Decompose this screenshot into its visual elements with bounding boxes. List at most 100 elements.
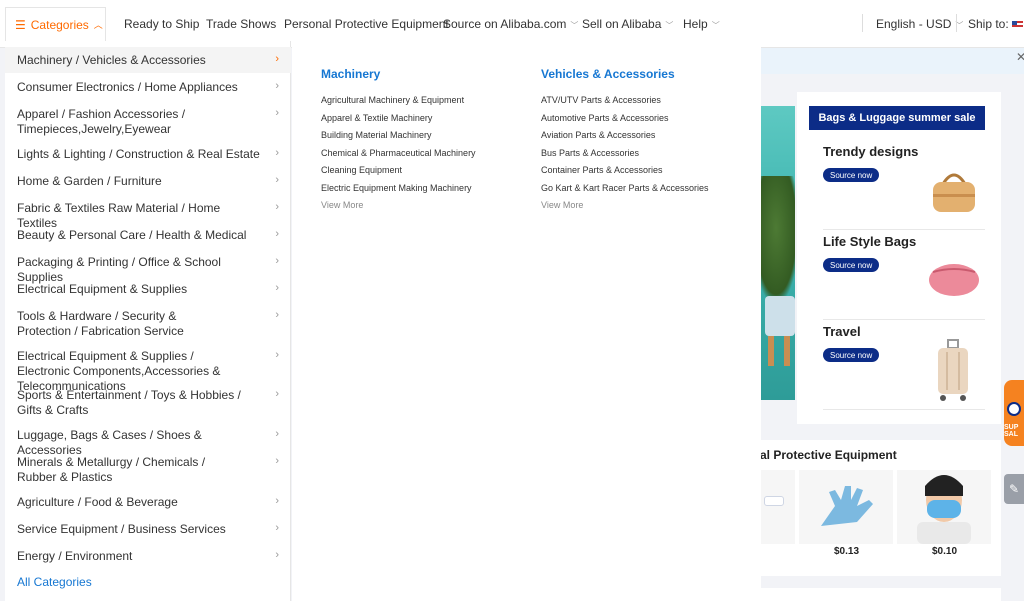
category-item-home-garden[interactable]: Home & Garden / Furniture › xyxy=(5,174,291,189)
chevron-up-icon: ︿ xyxy=(93,20,103,30)
promo-item[interactable]: Trendy designs Source now xyxy=(823,144,985,230)
chevron-right-icon: › xyxy=(275,201,279,213)
product-image[interactable] xyxy=(799,470,893,544)
price-label: $0.13 xyxy=(834,546,860,557)
nav-help[interactable]: Help ﹀ xyxy=(683,17,720,31)
nav-trade-shows[interactable]: Trade Shows xyxy=(206,17,276,31)
notice-strip xyxy=(760,48,1024,74)
chevron-right-icon: › xyxy=(275,228,279,240)
chevron-right-icon: › xyxy=(275,455,279,467)
categories-label: Categories xyxy=(30,17,89,32)
language-selector[interactable]: English - USD ﹀ xyxy=(876,17,963,31)
chevron-right-icon: › xyxy=(275,282,279,294)
category-label: Electrical Equipment & Supplies xyxy=(17,282,188,296)
subcategory-link[interactable]: Go Kart & Kart Racer Parts & Accessories xyxy=(541,180,709,198)
category-item-service-equipment[interactable]: Service Equipment / Business Services › xyxy=(5,522,291,537)
view-more-link[interactable]: View More xyxy=(541,198,709,213)
source-now-button[interactable]: Source now xyxy=(823,168,880,182)
chevron-right-icon: › xyxy=(275,428,279,440)
chevron-down-icon: ﹀ xyxy=(665,21,674,30)
category-label: Energy / Environment xyxy=(17,549,133,563)
category-item-beauty[interactable]: Beauty & Personal Care / Health & Medica… xyxy=(5,228,291,243)
ship-to-selector[interactable]: Ship to: xyxy=(968,17,1024,31)
category-item-agriculture[interactable]: Agriculture / Food & Beverage › xyxy=(5,495,291,510)
chevron-right-icon: › xyxy=(275,522,279,534)
language-label: English - USD xyxy=(876,17,952,31)
product-image[interactable] xyxy=(897,470,991,544)
chevron-right-icon: › xyxy=(275,309,279,321)
subcategory-heading[interactable]: Vehicles & Accessories xyxy=(541,67,709,81)
category-item-minerals[interactable]: Minerals & Metallurgy / Chemicals / Rubb… xyxy=(5,455,291,485)
category-item-apparel[interactable]: Apparel / Fashion Accessories / Timepiec… xyxy=(5,107,291,137)
promo-item[interactable]: Life Style Bags Source now xyxy=(823,234,985,320)
nav-source-label: Source on Alibaba.com xyxy=(443,17,567,31)
category-label: Fabric & Textiles Raw Material / Home Te… xyxy=(17,201,221,230)
category-label: Machinery / Vehicles & Accessories xyxy=(17,53,206,67)
category-label: Packaging & Printing / Office & School S… xyxy=(17,255,221,284)
subcategory-link[interactable]: Apparel & Textile Machinery xyxy=(321,110,476,128)
subcategory-link[interactable]: Cleaning Equipment xyxy=(321,162,476,180)
categories-button[interactable]: ☰ Categories ︿ xyxy=(5,7,106,41)
subcategory-link[interactable]: Building Material Machinery xyxy=(321,127,476,145)
ppe-card: al Protective Equipment $0.13 $0.10 xyxy=(760,440,1001,576)
category-item-fabric-textiles[interactable]: Fabric & Textiles Raw Material / Home Te… xyxy=(5,201,291,231)
nav-sell-on-alibaba[interactable]: Sell on Alibaba ﹀ xyxy=(582,17,673,31)
nav-source-on-alibaba[interactable]: Source on Alibaba.com ﹀ xyxy=(443,17,578,31)
category-label: Consumer Electronics / Home Appliances xyxy=(17,80,238,94)
nav-ready-to-ship[interactable]: Ready to Ship xyxy=(124,17,199,31)
chevron-right-icon: › xyxy=(275,107,279,119)
badge-text: SUP SAL xyxy=(1004,424,1019,438)
promo-card: Bags & Luggage summer sale Trendy design… xyxy=(797,92,1001,424)
subcategory-link[interactable]: Container Parts & Accessories xyxy=(541,162,709,180)
subcategory-link[interactable]: Agricultural Machinery & Equipment xyxy=(321,92,476,110)
close-icon[interactable]: ✕ xyxy=(1016,50,1024,64)
category-item-packaging[interactable]: Packaging & Printing / Office & School S… xyxy=(5,255,291,285)
face-mask-icon xyxy=(917,475,971,544)
chevron-right-icon: › xyxy=(275,147,279,159)
category-label: Service Equipment / Business Services xyxy=(17,522,226,536)
category-label: Minerals & Metallurgy / Chemicals / Rubb… xyxy=(17,455,206,484)
category-label: Lights & Lighting / Construction & Real … xyxy=(17,147,260,161)
nav-help-label: Help xyxy=(683,17,708,31)
promo-title: Trendy designs xyxy=(823,144,919,159)
category-item-machinery-vehicles[interactable]: Machinery / Vehicles & Accessories › xyxy=(5,47,291,73)
promo-banner[interactable]: Bags & Luggage summer sale xyxy=(809,106,985,130)
promo-item[interactable]: Travel Source now xyxy=(823,324,985,410)
category-label: Agriculture / Food & Beverage xyxy=(17,495,178,509)
content-card xyxy=(760,588,1001,601)
chevron-right-icon: › xyxy=(275,388,279,400)
all-categories-link[interactable]: All Categories xyxy=(17,575,92,589)
category-item-consumer-electronics[interactable]: Consumer Electronics / Home Appliances › xyxy=(5,80,291,95)
category-item-energy[interactable]: Energy / Environment › xyxy=(5,549,291,564)
category-item-luggage[interactable]: Luggage, Bags & Cases / Shoes & Accessor… xyxy=(5,428,291,458)
source-now-button[interactable]: Source now xyxy=(823,258,880,272)
category-item-tools-hardware[interactable]: Tools & Hardware / Security & Protection… xyxy=(5,309,291,339)
subcategory-heading[interactable]: Machinery xyxy=(321,67,476,81)
category-item-lights[interactable]: Lights & Lighting / Construction & Real … xyxy=(5,147,291,162)
chevron-right-icon: › xyxy=(275,53,279,65)
nav-sell-label: Sell on Alibaba xyxy=(582,17,662,31)
category-item-electrical[interactable]: Electrical Equipment & Supplies › xyxy=(5,282,291,297)
view-more-link[interactable]: View More xyxy=(321,198,476,213)
super-sale-badge[interactable]: SUP SAL xyxy=(1004,380,1024,446)
chevron-right-icon: › xyxy=(275,255,279,267)
source-now-button[interactable]: Source now xyxy=(823,348,880,362)
category-item-sports[interactable]: Sports & Entertainment / Toys & Hobbies … xyxy=(5,388,291,418)
subcategory-link[interactable]: Chemical & Pharmaceutical Machinery xyxy=(321,145,476,163)
feedback-icon[interactable]: ✎ xyxy=(1004,474,1024,504)
subcategory-link[interactable]: Bus Parts & Accessories xyxy=(541,145,709,163)
subcategory-link[interactable]: ATV/UTV Parts & Accessories xyxy=(541,92,709,110)
suitcase-icon xyxy=(938,339,968,401)
chevron-right-icon: › xyxy=(275,80,279,92)
chevron-right-icon: › xyxy=(275,349,279,361)
subcategory-link[interactable]: Electric Equipment Making Machinery xyxy=(321,180,476,198)
handbag-icon xyxy=(933,173,975,212)
chevron-right-icon: › xyxy=(275,174,279,186)
product-image[interactable] xyxy=(760,470,795,544)
nav-personal-protective-equipment[interactable]: Personal Protective Equipment xyxy=(284,17,449,31)
subcategory-link[interactable]: Aviation Parts & Accessories xyxy=(541,127,709,145)
subcategory-link[interactable]: Automotive Parts & Accessories xyxy=(541,110,709,128)
promo-title: Travel xyxy=(823,324,861,339)
glove-icon xyxy=(821,486,873,526)
hero-image xyxy=(760,106,795,400)
